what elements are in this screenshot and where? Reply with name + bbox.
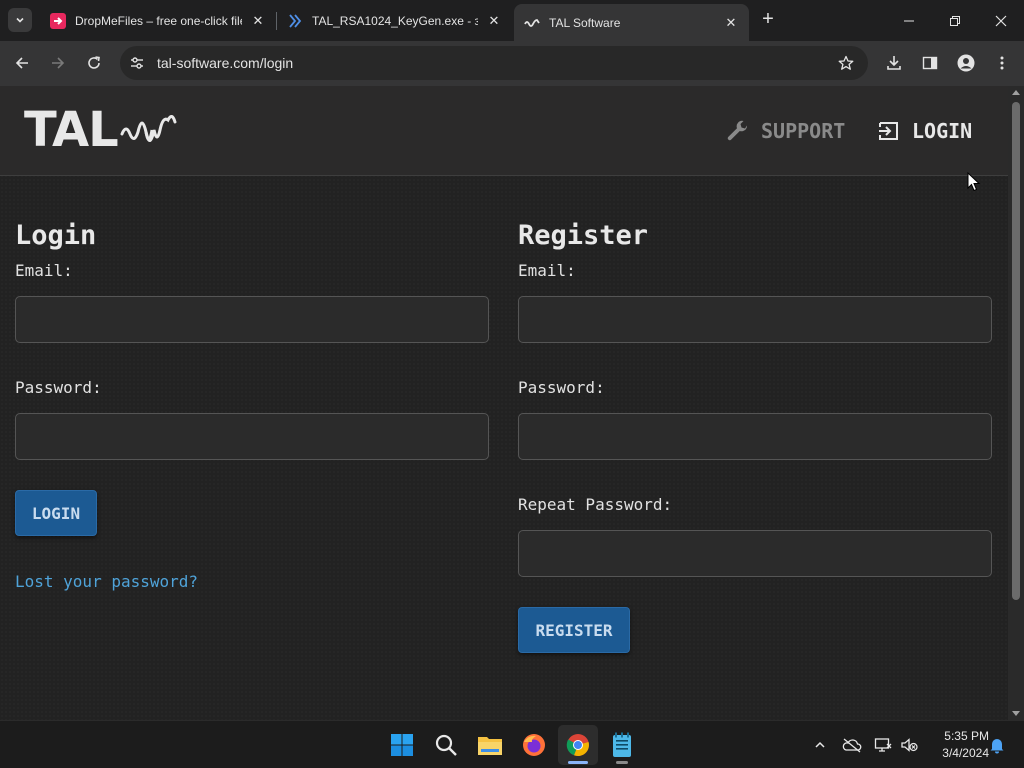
tab-title: TAL_RSA1024_KeyGen.exe - загр: [312, 14, 478, 28]
downloads-icon[interactable]: [882, 51, 906, 75]
login-form: Login Email: Password: LOGIN Lost your p…: [15, 217, 489, 592]
site-header: TAL SUPPORT LOGIN: [0, 86, 1008, 176]
firefox-icon: [523, 734, 545, 756]
page-viewport: TAL SUPPORT LOGIN Login Email: Password:: [0, 86, 1008, 720]
restore-button[interactable]: [932, 0, 978, 41]
register-password-input[interactable]: [518, 413, 992, 460]
wrench-icon: [725, 118, 751, 144]
restore-icon: [950, 15, 960, 26]
mouse-cursor-icon: [967, 172, 981, 192]
scroll-thumb[interactable]: [1012, 102, 1020, 600]
start-button[interactable]: [382, 725, 422, 765]
login-email-label: Email:: [15, 261, 73, 280]
register-password-label: Password:: [518, 378, 605, 397]
logo-wave-icon: [120, 115, 177, 142]
logo-text: TAL: [24, 102, 119, 158]
site-logo[interactable]: TAL: [24, 106, 180, 154]
profile-avatar-icon[interactable]: [954, 51, 978, 75]
back-button[interactable]: [8, 49, 36, 77]
repeat-password-input[interactable]: [518, 530, 992, 577]
minimize-icon: [904, 20, 914, 21]
login-password-label: Password:: [15, 378, 102, 397]
close-tab-icon[interactable]: ✕: [486, 13, 502, 29]
close-window-button[interactable]: [978, 0, 1024, 41]
taskbar-search-button[interactable]: [426, 725, 466, 765]
taskbar-notepad[interactable]: [602, 725, 642, 765]
notepad-icon: [613, 732, 631, 757]
side-panel-icon[interactable]: [918, 51, 942, 75]
register-email-input[interactable]: [518, 296, 992, 343]
tab-tal-software[interactable]: TAL Software ✕: [514, 4, 749, 41]
browser-menu-icon[interactable]: [990, 51, 1014, 75]
tab-search-button[interactable]: [8, 8, 32, 32]
register-heading: Register: [518, 220, 649, 251]
tab-keygen[interactable]: TAL_RSA1024_KeyGen.exe - загр ✕: [277, 6, 512, 36]
url-text[interactable]: tal-software.com/login: [157, 55, 293, 71]
chevrons-icon: [287, 13, 303, 29]
clock-date: 3/4/2024: [942, 746, 989, 760]
login-email-input[interactable]: [15, 296, 489, 343]
nav-login-link[interactable]: LOGIN: [876, 116, 972, 146]
reload-button[interactable]: [80, 49, 108, 77]
reload-icon: [88, 56, 100, 69]
start-icon: [391, 734, 413, 756]
login-button[interactable]: LOGIN: [15, 490, 97, 536]
scroll-up-arrow-icon[interactable]: [1012, 90, 1020, 95]
system-clock[interactable]: 5:35 PM 3/4/2024: [925, 728, 989, 762]
bookmark-star-icon[interactable]: [836, 53, 856, 73]
browser-tab-bar: DropMeFiles – free one-click file ✕ TAL_…: [0, 0, 1024, 41]
new-tab-button[interactable]: +: [757, 9, 779, 31]
notifications-bell-icon[interactable]: [987, 735, 1007, 755]
repeat-password-label: Repeat Password:: [518, 495, 673, 514]
login-password-input[interactable]: [15, 413, 489, 460]
show-hidden-icons-icon[interactable]: [810, 735, 830, 755]
nav-login-label: LOGIN: [912, 119, 973, 143]
taskbar-firefox[interactable]: [514, 725, 554, 765]
page-scrollbar[interactable]: [1008, 86, 1024, 720]
register-form: Register Email: Password: Repeat Passwor…: [518, 217, 992, 653]
chevron-down-icon: [16, 17, 24, 23]
register-email-label: Email:: [518, 261, 576, 280]
close-tab-icon[interactable]: ✕: [250, 13, 266, 29]
windows-taskbar: 5:35 PM 3/4/2024: [0, 720, 1024, 768]
arrow-left-icon: [15, 57, 28, 69]
tal-wave-icon: [524, 15, 540, 31]
forward-button[interactable]: [44, 49, 72, 77]
tab-title: DropMeFiles – free one-click file: [75, 14, 242, 28]
search-icon: [435, 734, 457, 756]
onedrive-offline-icon[interactable]: [842, 735, 862, 755]
address-bar[interactable]: tal-software.com/login: [120, 46, 868, 80]
browser-toolbar: tal-software.com/login: [0, 41, 1024, 86]
close-icon: [995, 15, 1007, 26]
chrome-icon: [566, 734, 589, 757]
file-explorer-icon: [478, 737, 502, 755]
arrow-right-icon: [52, 57, 65, 69]
network-icon[interactable]: [873, 735, 893, 755]
close-tab-icon[interactable]: ✕: [723, 15, 739, 31]
minimize-button[interactable]: [886, 0, 932, 41]
lost-password-link[interactable]: Lost your password?: [15, 572, 198, 592]
tab-dropmefiles[interactable]: DropMeFiles – free one-click file ✕: [40, 6, 276, 36]
register-button[interactable]: REGISTER: [518, 607, 630, 653]
dropmefiles-icon: [50, 13, 66, 29]
taskbar-file-explorer[interactable]: [470, 725, 510, 765]
site-settings-icon[interactable]: [128, 54, 146, 72]
sign-in-icon: [876, 118, 902, 144]
active-app-indicator: [568, 761, 588, 764]
nav-support-label: SUPPORT: [761, 119, 846, 143]
taskbar-chrome[interactable]: [558, 725, 598, 765]
login-heading: Login: [15, 220, 97, 251]
volume-muted-icon[interactable]: [899, 735, 919, 755]
running-app-indicator: [616, 761, 628, 764]
scroll-down-arrow-icon[interactable]: [1012, 711, 1020, 716]
tab-title: TAL Software: [549, 15, 621, 30]
nav-support-link[interactable]: SUPPORT: [725, 116, 845, 146]
clock-time: 5:35 PM: [944, 729, 989, 743]
